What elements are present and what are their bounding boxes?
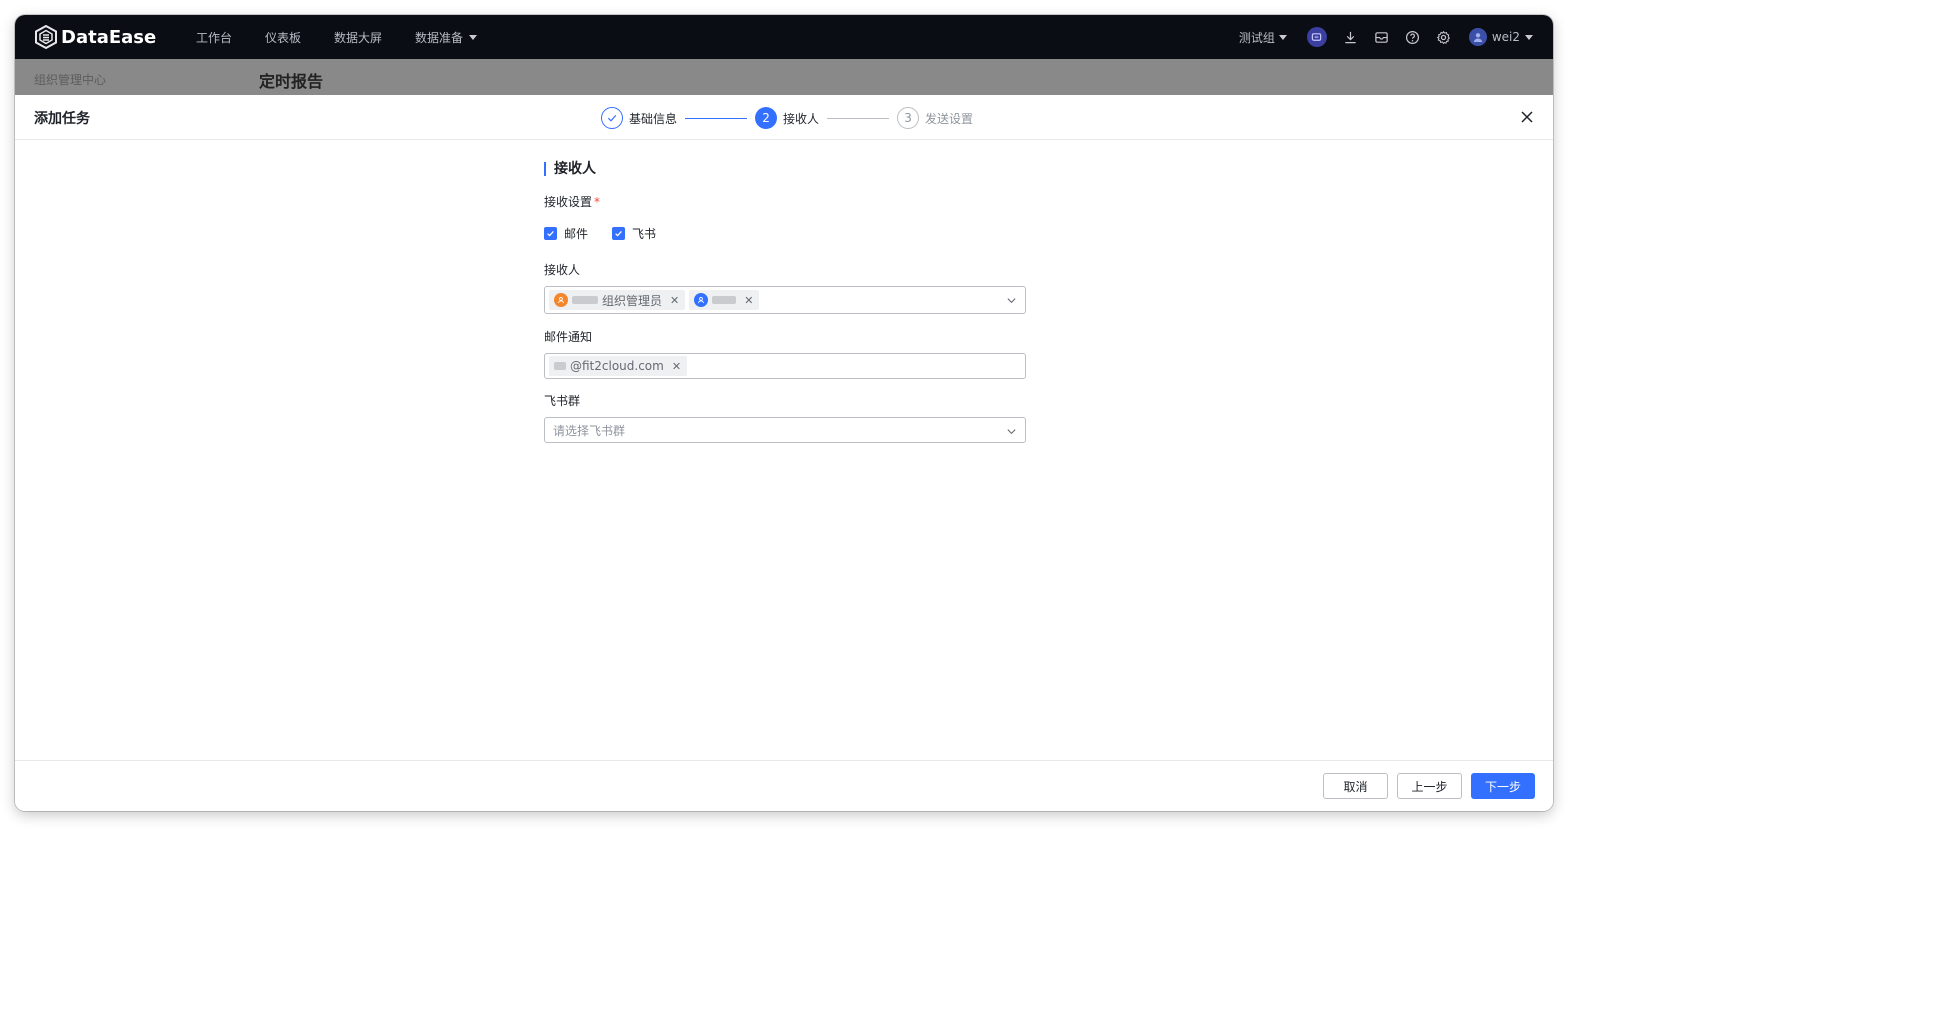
receive-settings-label: 接收设置 *	[544, 193, 1026, 210]
email-input[interactable]: @fit2cloud.com ✕	[544, 353, 1026, 379]
nav-item-dashboard[interactable]: 仪表板	[265, 29, 301, 46]
main-nav: 工作台 仪表板 数据大屏 数据准备	[196, 15, 510, 59]
step-number: 3	[897, 107, 920, 129]
checkbox-label: 飞书	[632, 227, 657, 241]
email-notify-label: 邮件通知	[544, 330, 593, 344]
cancel-button[interactable]: 取消	[1323, 773, 1388, 799]
chevron-down-icon	[1007, 298, 1016, 304]
header-tools: 测试组 wei2	[1239, 15, 1533, 59]
recipients-select[interactable]: 组织管理员 ✕ ✕	[544, 286, 1026, 314]
feishu-checkbox[interactable]: 飞书	[612, 225, 656, 242]
remove-tag-icon[interactable]: ✕	[672, 360, 681, 373]
dialog-footer: 取消 上一步 下一步	[15, 760, 1553, 811]
user-icon	[694, 293, 709, 307]
tag-text: @fit2cloud.com	[570, 359, 664, 373]
remove-tag-icon[interactable]: ✕	[670, 294, 679, 307]
recipient-tag-role: 组织管理员 ✕	[549, 290, 686, 310]
steps-indicator: 基础信息 2 接收人 3 发送设置	[601, 106, 973, 130]
checkbox-checked-icon	[612, 227, 626, 240]
redacted-text	[572, 296, 598, 304]
step-connector	[827, 117, 890, 119]
receive-settings-options: 邮件 飞书	[544, 225, 1026, 242]
step-recipients: 2 接收人	[755, 107, 819, 129]
nav-item-data-screen[interactable]: 数据大屏	[334, 29, 382, 46]
caret-down-icon	[1278, 34, 1287, 40]
caret-down-icon	[469, 34, 478, 40]
redacted-text	[554, 362, 566, 370]
org-selector[interactable]: 测试组	[1239, 29, 1287, 46]
remove-tag-icon[interactable]: ✕	[744, 294, 753, 307]
message-icon[interactable]	[1306, 27, 1327, 47]
settings-icon[interactable]	[1428, 30, 1459, 45]
step-number: 2	[755, 107, 778, 129]
recipient-tag-user: ✕	[689, 290, 760, 310]
user-menu[interactable]: wei2	[1468, 28, 1533, 46]
help-icon[interactable]	[1397, 30, 1428, 45]
nav-item-label: 工作台	[196, 30, 233, 45]
org-name: 测试组	[1238, 30, 1275, 45]
section-title: 接收人	[544, 162, 1026, 176]
close-icon[interactable]	[1518, 108, 1536, 126]
recipients-label: 接收人	[544, 263, 581, 277]
tag-text: 组织管理员	[602, 293, 663, 308]
checkbox-label: 邮件	[564, 227, 589, 241]
prev-step-button[interactable]: 上一步	[1397, 773, 1462, 799]
feishu-group-label: 飞书群	[544, 394, 581, 408]
breadcrumb[interactable]: 组织管理中心	[34, 71, 106, 88]
redacted-text	[712, 296, 737, 304]
dialog-title: 添加任务	[34, 111, 90, 127]
field-label: 接收设置	[544, 195, 593, 209]
dataease-logo-icon	[35, 25, 57, 49]
page-subheader: 组织管理中心 定时报告	[15, 59, 1553, 95]
avatar	[1468, 28, 1487, 46]
brand-name: DataEase	[61, 26, 157, 48]
recipient-form: 接收人 接收设置 * 邮件 飞书 接收人 组织管理员 ✕ ✕ 邮件通知 @fit…	[544, 162, 1026, 443]
inbox-icon[interactable]	[1366, 30, 1397, 45]
next-step-button[interactable]: 下一步	[1471, 773, 1535, 799]
step-basic-info: 基础信息	[601, 107, 677, 129]
user-name: wei2	[1491, 30, 1520, 44]
page-title: 定时报告	[259, 72, 324, 91]
add-task-dialog: 添加任务 基础信息 2 接收人 3 发送设置 接收人 接收设置 * 邮件 飞书 …	[15, 95, 1553, 811]
step-label: 接收人	[783, 111, 820, 126]
step-send-settings: 3 发送设置	[897, 107, 973, 129]
nav-item-label: 数据大屏	[334, 30, 383, 45]
caret-down-icon	[1525, 34, 1533, 40]
step-connector	[685, 117, 748, 119]
role-icon	[554, 293, 568, 307]
nav-item-label: 仪表板	[265, 30, 302, 45]
feishu-group-select[interactable]: 请选择飞书群	[544, 417, 1026, 443]
email-tag: @fit2cloud.com ✕	[549, 356, 688, 376]
chevron-down-icon	[1007, 429, 1016, 435]
feishu-group-placeholder: 请选择飞书群	[553, 423, 626, 438]
required-mark: *	[594, 195, 601, 209]
checkbox-checked-icon	[544, 227, 557, 240]
app-window: DataEase 工作台 仪表板 数据大屏 数据准备 测试组 wei2 组织管理…	[15, 15, 1553, 811]
brand-logo[interactable]: DataEase	[35, 25, 156, 49]
nav-item-workbench[interactable]: 工作台	[196, 29, 232, 46]
download-icon[interactable]	[1335, 30, 1366, 45]
step-label: 发送设置	[925, 111, 974, 126]
nav-item-label: 数据准备	[415, 30, 464, 45]
email-checkbox[interactable]: 邮件	[544, 225, 588, 242]
nav-item-data-prep[interactable]: 数据准备	[415, 29, 478, 46]
top-navbar: DataEase 工作台 仪表板 数据大屏 数据准备 测试组 wei2	[15, 15, 1553, 59]
check-icon	[601, 107, 623, 129]
step-label: 基础信息	[629, 111, 678, 126]
dialog-header: 添加任务 基础信息 2 接收人 3 发送设置	[15, 95, 1553, 140]
